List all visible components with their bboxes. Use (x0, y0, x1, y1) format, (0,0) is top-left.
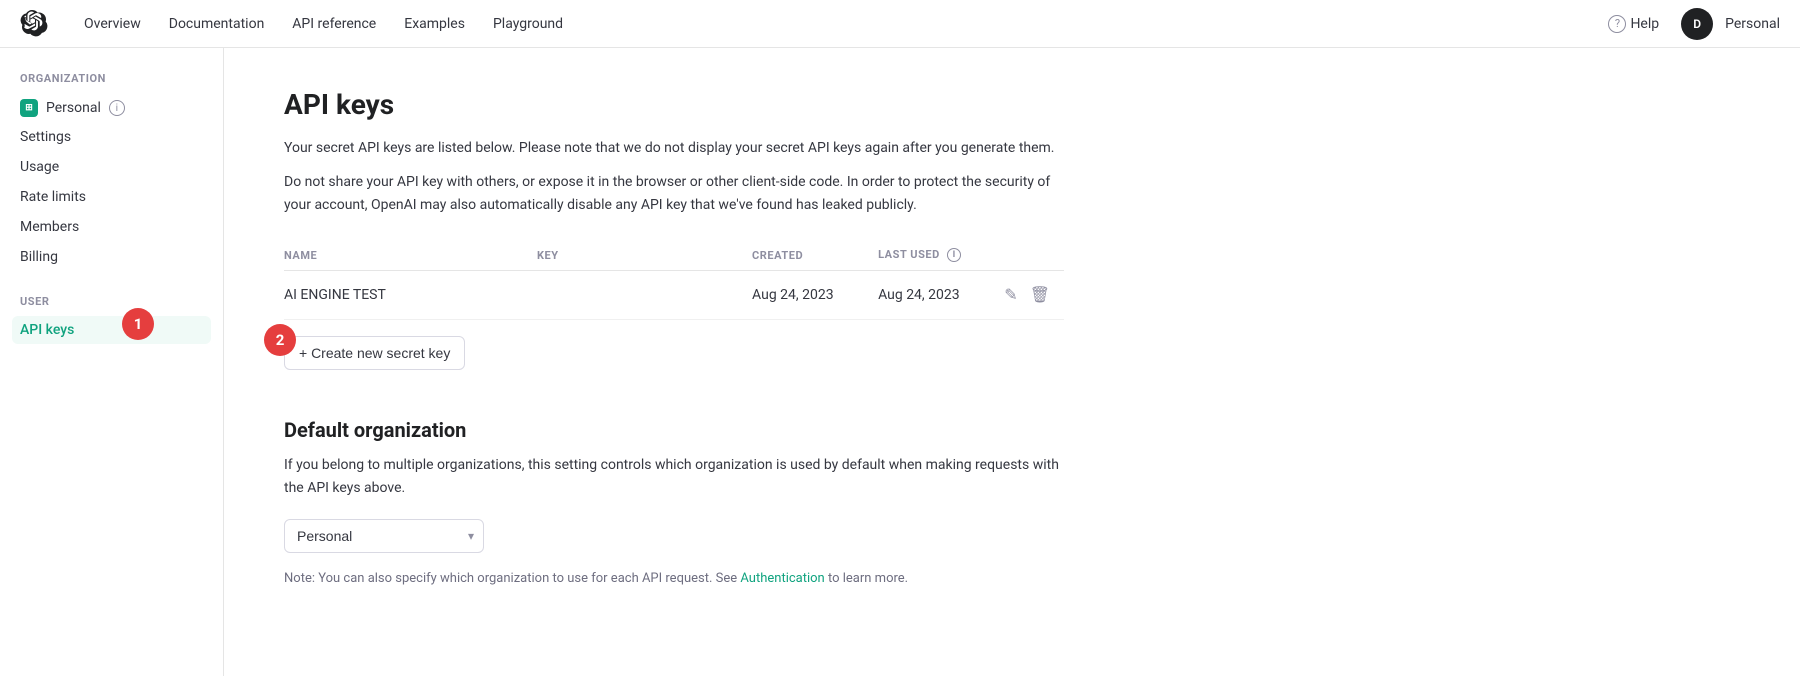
topnav: Overview Documentation API reference Exa… (0, 0, 1800, 48)
user-avatar[interactable]: D (1681, 8, 1713, 40)
row-name: AI ENGINE TEST (284, 271, 537, 320)
authentication-link[interactable]: Authentication (740, 571, 824, 586)
row-key (537, 271, 752, 320)
topnav-links: Overview Documentation API reference Exa… (72, 10, 1598, 38)
col-header-actions (1002, 240, 1064, 271)
sidebar-billing[interactable]: Billing (12, 243, 211, 271)
api-keys-table: NAME KEY CREATED LAST USED i (284, 240, 1064, 320)
row-last-used: Aug 24, 2023 (878, 271, 1002, 320)
topnav-right: ? Help D Personal (1598, 8, 1780, 40)
topnav-documentation[interactable]: Documentation (157, 10, 277, 38)
last-used-info-icon[interactable]: i (947, 248, 961, 262)
org-icon: ⊞ (20, 99, 38, 117)
logo[interactable] (20, 10, 48, 38)
create-secret-key-button[interactable]: + Create new secret key (284, 336, 465, 370)
table-row: AI ENGINE TEST Aug 24, 2023 Aug 24, 2023… (284, 271, 1064, 320)
sidebar: ORGANIZATION ⊞ Personal i Settings Usage… (0, 48, 224, 676)
main-content: API keys Your secret API keys are listed… (224, 48, 1124, 676)
api-keys-label: API keys (20, 322, 74, 338)
default-org-section: Default organization If you belong to mu… (284, 418, 1064, 588)
create-button-wrapper: 2 + Create new secret key (284, 336, 465, 410)
org-info-icon[interactable]: i (109, 100, 125, 116)
page-desc-1: Your secret API keys are listed below. P… (284, 137, 1064, 159)
org-select[interactable]: Personal (284, 519, 484, 553)
help-button[interactable]: ? Help (1598, 9, 1669, 39)
org-name: Personal (46, 100, 101, 116)
org-section-label: ORGANIZATION (12, 72, 211, 85)
user-section-label: USER (12, 295, 211, 308)
sidebar-members[interactable]: Members (12, 213, 211, 241)
topnav-overview[interactable]: Overview (72, 10, 153, 38)
page-title: API keys (284, 88, 1064, 121)
org-select-wrapper: Personal ▾ (284, 519, 484, 553)
topnav-api-reference[interactable]: API reference (280, 10, 388, 38)
col-header-last-used: LAST USED i (878, 240, 1002, 271)
note-text: Note: You can also specify which organiz… (284, 569, 1064, 589)
main-layout: ORGANIZATION ⊞ Personal i Settings Usage… (0, 48, 1800, 676)
sidebar-api-keys[interactable]: API keys 1 (12, 316, 211, 344)
default-org-desc: If you belong to multiple organizations,… (284, 454, 1064, 499)
sidebar-rate-limits[interactable]: Rate limits (12, 183, 211, 211)
topnav-examples[interactable]: Examples (392, 10, 477, 38)
col-header-created: CREATED (752, 240, 878, 271)
topnav-playground[interactable]: Playground (481, 10, 575, 38)
user-personal-label[interactable]: Personal (1725, 16, 1780, 32)
sidebar-org-item[interactable]: ⊞ Personal i (12, 93, 211, 123)
col-header-key: KEY (537, 240, 752, 271)
edit-key-button[interactable]: ✎ (1002, 283, 1019, 307)
action-icons: ✎ 🗑 (1002, 283, 1052, 307)
delete-key-button[interactable]: 🗑 (1028, 283, 1052, 307)
row-actions: ✎ 🗑 (1002, 271, 1064, 320)
sidebar-settings[interactable]: Settings (12, 123, 211, 151)
col-header-name: NAME (284, 240, 537, 271)
openai-logo-icon (20, 10, 48, 38)
row-created: Aug 24, 2023 (752, 271, 878, 320)
page-desc-2: Do not share your API key with others, o… (284, 171, 1064, 216)
help-circle-icon: ? (1608, 15, 1626, 33)
step-badge-1: 1 (122, 308, 154, 340)
help-label: Help (1630, 16, 1659, 32)
default-org-title: Default organization (284, 418, 1064, 442)
sidebar-usage[interactable]: Usage (12, 153, 211, 181)
